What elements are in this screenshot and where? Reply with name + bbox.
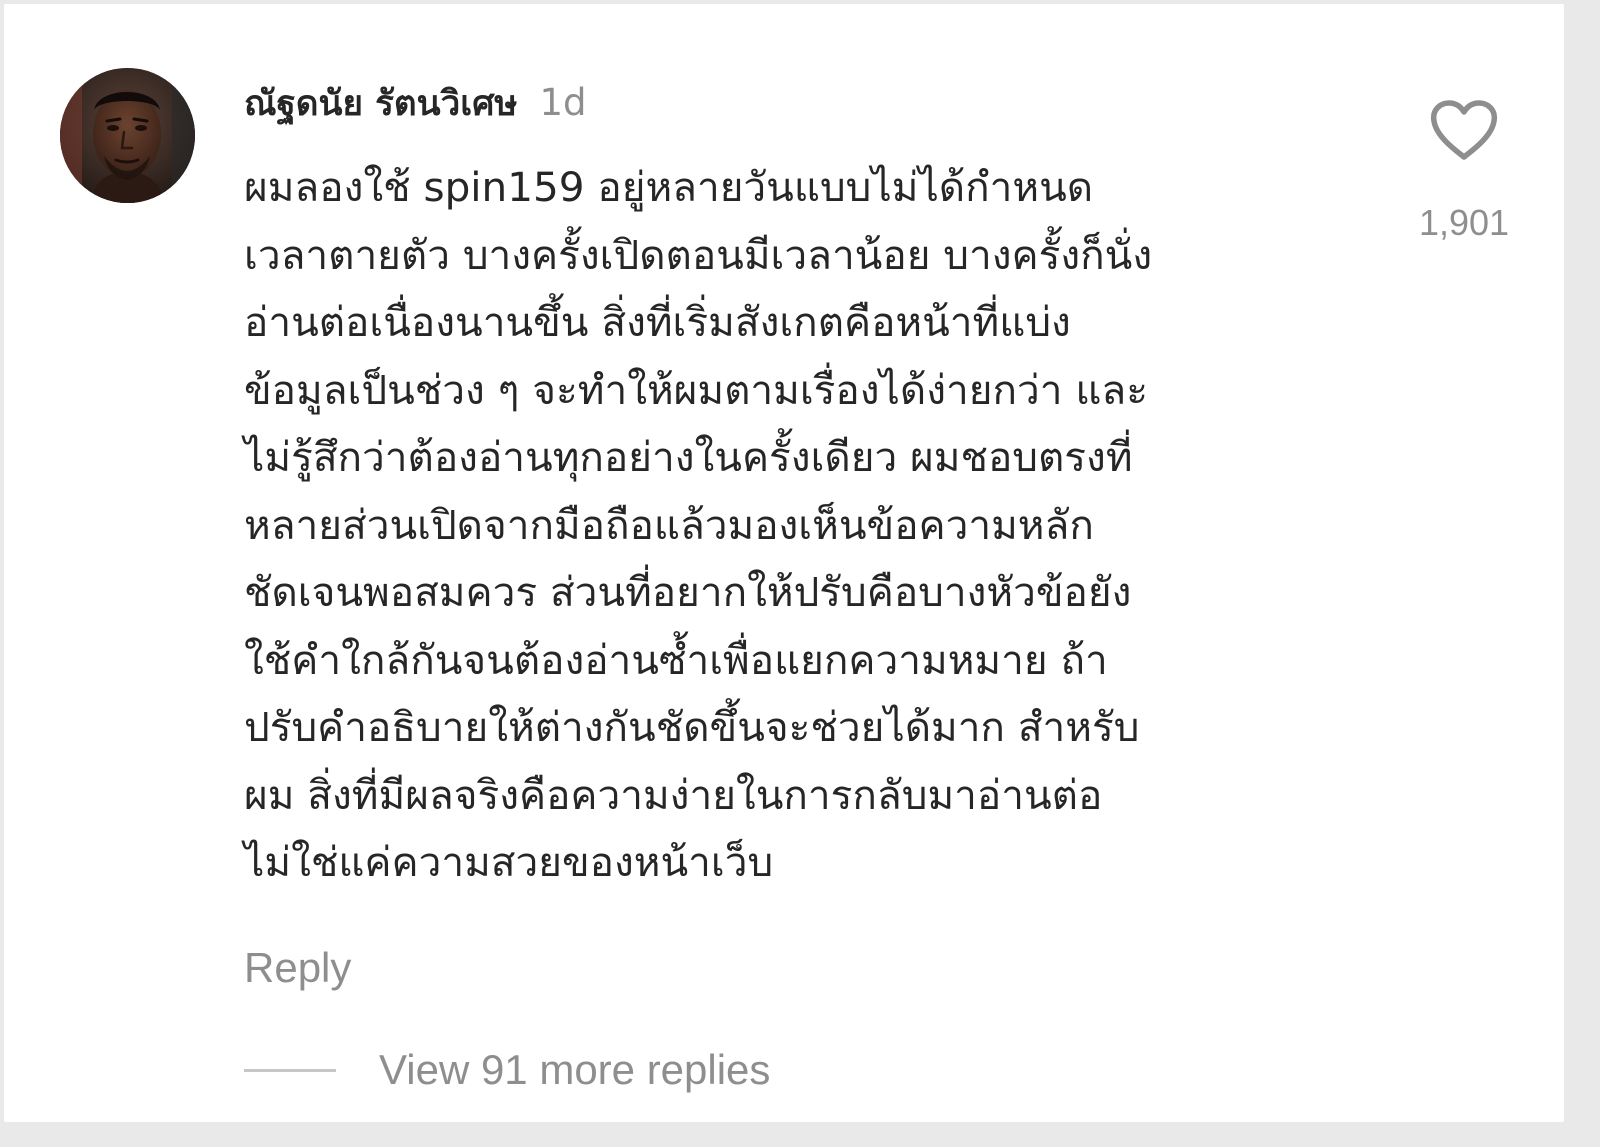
avatar-photo bbox=[60, 68, 195, 203]
screenshot-frame: ณัฐดนัย รัตนวิเศษ 1d ผมลองใช้ spin159 อย… bbox=[0, 0, 1600, 1147]
comment-header: ณัฐดนัย รัตนวิเศษ 1d bbox=[244, 76, 587, 132]
reply-button[interactable]: Reply bbox=[244, 944, 351, 992]
heart-outline-icon bbox=[1430, 100, 1498, 160]
comment-timestamp: 1d bbox=[539, 81, 587, 124]
like-button[interactable] bbox=[1428, 99, 1500, 161]
view-replies-label: View 91 more replies bbox=[379, 1046, 771, 1093]
view-replies-button[interactable]: View 91 more replies bbox=[244, 1046, 770, 1094]
avatar[interactable] bbox=[60, 68, 195, 203]
replies-divider bbox=[244, 1068, 336, 1072]
like-count: 1,901 bbox=[1418, 202, 1510, 243]
comment-card: ณัฐดนัย รัตนวิเศษ 1d ผมลองใช้ spin159 อย… bbox=[4, 4, 1564, 1122]
username[interactable]: ณัฐดนัย รัตนวิเศษ bbox=[244, 76, 518, 131]
comment-text: ผมลองใช้ spin159 อยู่หลายวันแบบไม่ได้กำห… bbox=[244, 163, 1153, 886]
